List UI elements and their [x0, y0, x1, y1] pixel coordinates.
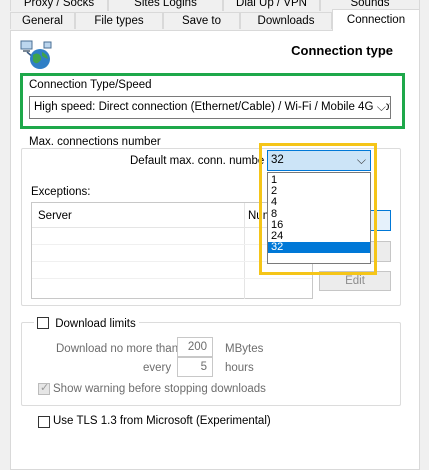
tab-dial-up-vpn[interactable]: Dial Up / VPN	[223, 0, 320, 11]
max-conn-select[interactable]: 32 ⌵	[267, 150, 371, 171]
download-limits-label: Download limits	[55, 318, 136, 330]
network-globe-icon	[20, 40, 52, 70]
max-conn-options-list[interactable]: 1 2 4 8 16 24 32	[267, 172, 371, 264]
option-4[interactable]: 4	[268, 197, 370, 208]
max-connections-legend: Max. connections number	[26, 136, 164, 148]
tab-downloads[interactable]: Downloads	[240, 12, 332, 29]
tab-save-to[interactable]: Save to	[163, 12, 240, 29]
no-more-than-input[interactable]: 200	[177, 337, 213, 357]
option-32[interactable]: 32	[268, 242, 370, 254]
show-warning-label: Show warning before stopping downloads	[53, 383, 266, 395]
exceptions-label: Exceptions:	[31, 186, 91, 198]
download-limits-checkbox[interactable]	[37, 317, 49, 329]
option-24[interactable]: 24	[268, 230, 370, 242]
option-8[interactable]: 8	[268, 208, 370, 220]
option-2[interactable]: 2	[268, 186, 370, 197]
every-label: every	[143, 362, 172, 374]
tab-file-types[interactable]: File types	[75, 12, 163, 29]
show-warning-checkbox[interactable]: ✓	[38, 382, 50, 395]
every-input[interactable]: 5	[177, 357, 213, 377]
tab-sites-logins[interactable]: Sites Logins	[108, 0, 223, 11]
column-header-server[interactable]: Server	[38, 210, 72, 222]
chevron-down-icon: ⌵	[373, 97, 386, 118]
tab-general[interactable]: General	[10, 12, 75, 29]
connection-type-label: Connection Type/Speed	[29, 79, 152, 91]
tab-connection[interactable]: Connection	[332, 9, 420, 31]
column-divider	[244, 203, 245, 299]
connection-type-value: High speed: Direct connection (Ethernet/…	[34, 101, 391, 113]
connection-type-select[interactable]: High speed: Direct connection (Ethernet/…	[29, 96, 391, 119]
chevron-down-icon: ⌵	[356, 153, 366, 167]
table-row	[32, 278, 312, 279]
default-max-conn-label: Default max. conn. numbe	[130, 155, 265, 167]
option-16[interactable]: 16	[268, 219, 370, 231]
no-more-than-label: Download no more than	[56, 343, 179, 355]
download-limits-header: Download limits	[34, 315, 139, 331]
mbytes-unit: MBytes	[225, 343, 264, 355]
max-conn-value: 32	[271, 154, 284, 166]
tls-checkbox[interactable]	[38, 416, 50, 428]
hours-unit: hours	[225, 362, 254, 374]
page-title: Connection type	[291, 43, 393, 58]
option-1[interactable]: 1	[268, 174, 370, 186]
checkmark-icon: ✓	[40, 382, 50, 394]
tls-label: Use TLS 1.3 from Microsoft (Experimental…	[53, 415, 271, 427]
tab-proxy-socks[interactable]: Proxy / Socks	[10, 0, 108, 11]
